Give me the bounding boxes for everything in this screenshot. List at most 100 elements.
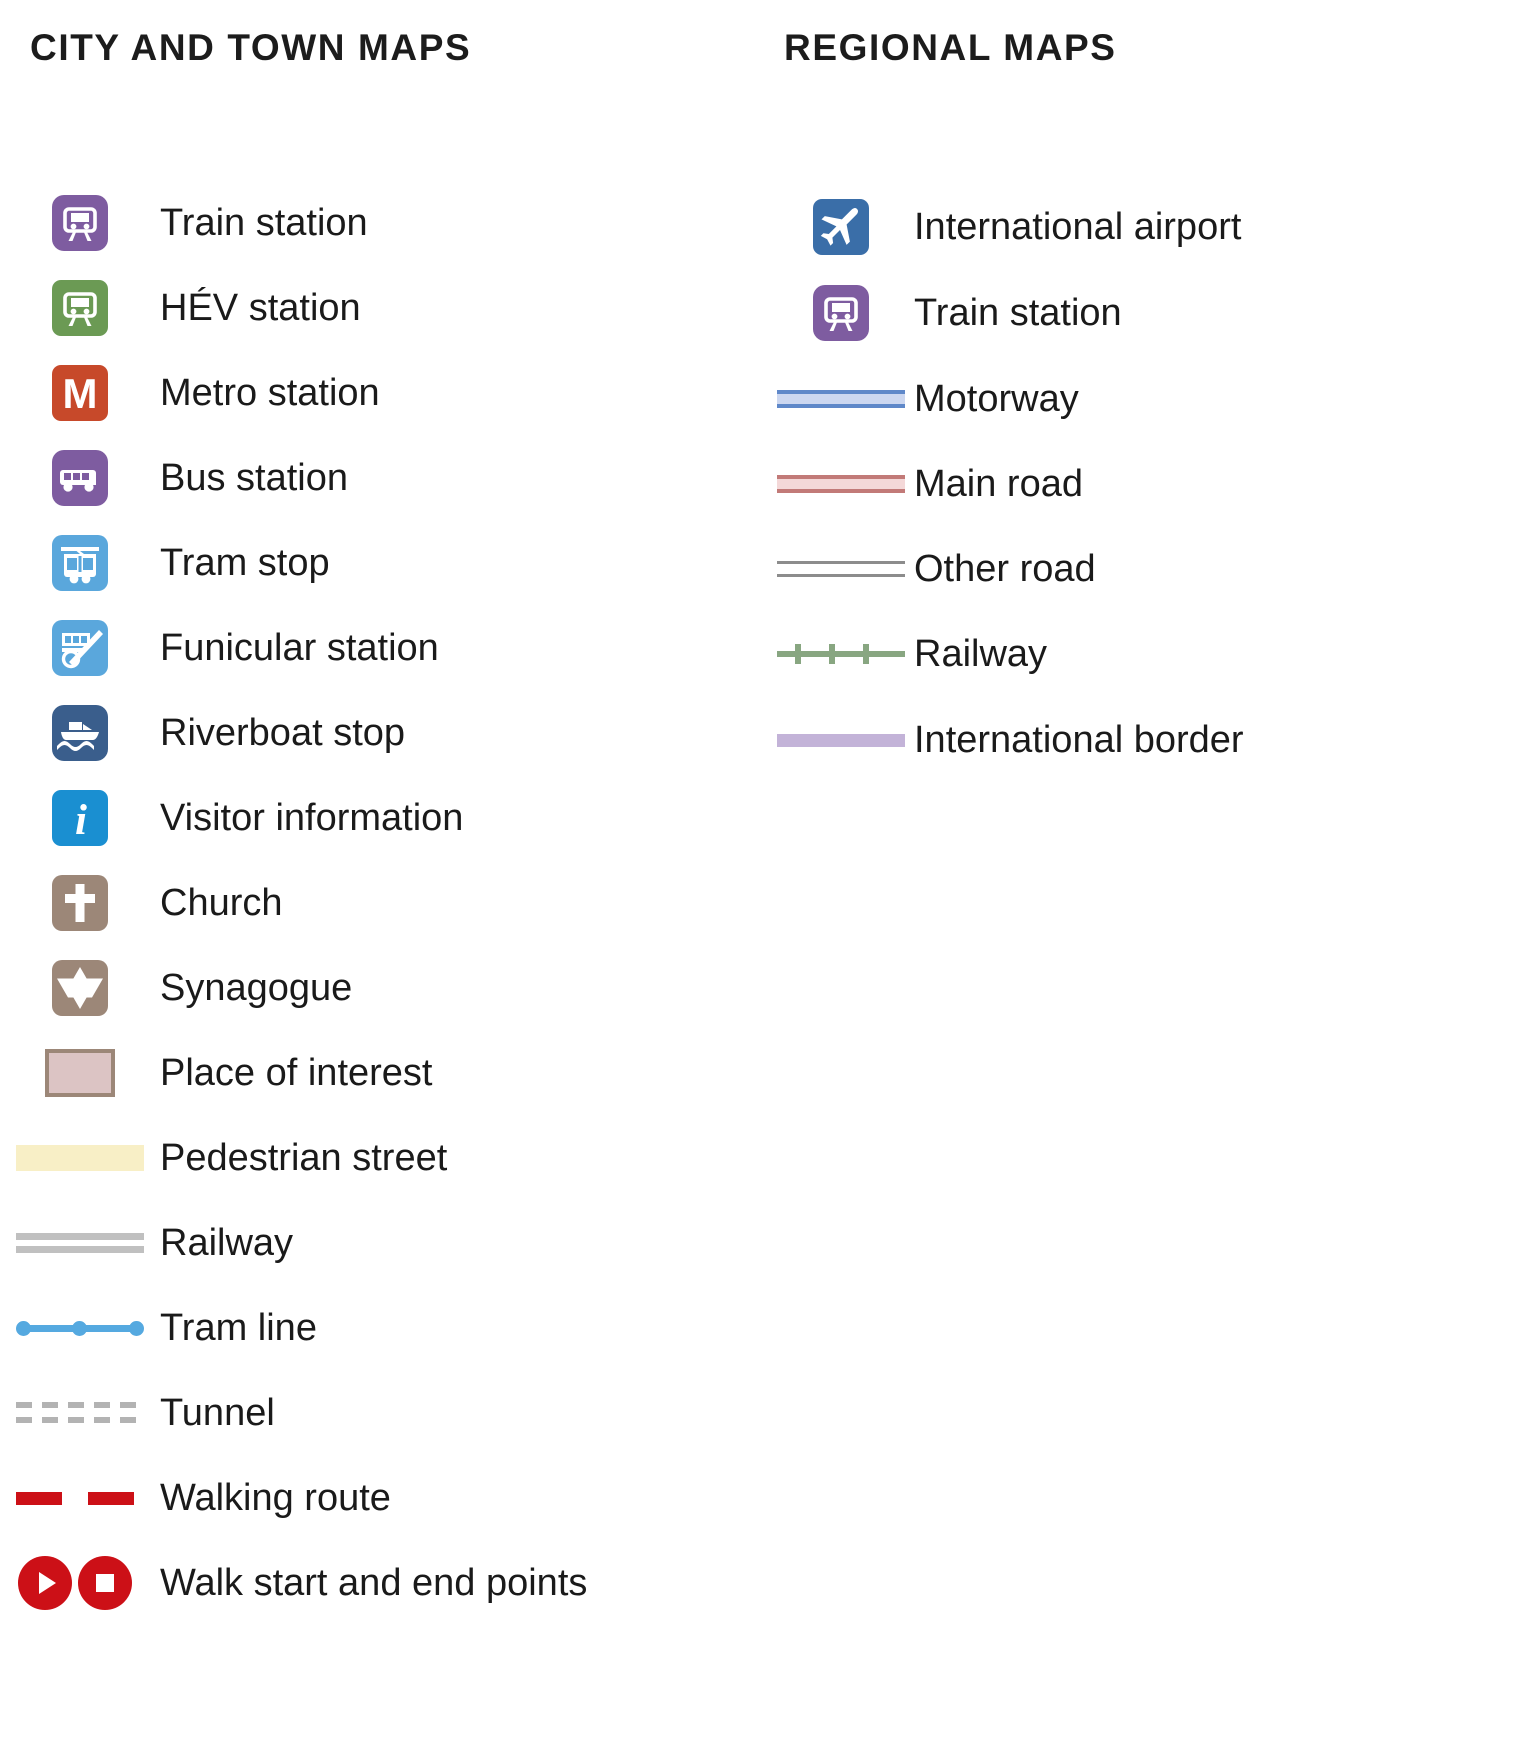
legend-row-pedestrian-street: Pedestrian street bbox=[0, 1122, 447, 1194]
legend-label: Train station bbox=[914, 292, 1122, 334]
tram-line-stop-dot bbox=[16, 1321, 31, 1336]
legend-row-train-station: Train station bbox=[0, 187, 368, 259]
symbol-cell bbox=[768, 704, 914, 776]
church-icon bbox=[52, 875, 108, 931]
legend-row-church: Church bbox=[0, 867, 283, 939]
legend-row-riverboat-stop: Riverboat stop bbox=[0, 697, 405, 769]
symbol-cell bbox=[0, 272, 160, 344]
legend-label: International airport bbox=[914, 206, 1242, 248]
symbol-cell bbox=[0, 612, 160, 684]
symbol-cell bbox=[768, 363, 914, 435]
legend-label: Tram line bbox=[160, 1307, 317, 1349]
bus-station-icon bbox=[52, 450, 108, 506]
tram-line bbox=[16, 1318, 144, 1338]
legend-row-international-border: International border bbox=[768, 704, 1244, 776]
symbol-cell bbox=[0, 1207, 160, 1279]
regional-railway-tick bbox=[829, 644, 835, 664]
regional-railway-line bbox=[777, 642, 905, 666]
legend-label: Railway bbox=[914, 633, 1048, 675]
legend-row-walk-start-end-points: Walk start and end points bbox=[0, 1547, 587, 1619]
motorway-line bbox=[777, 390, 905, 408]
legend-label: HÉV station bbox=[160, 287, 361, 329]
train-station-icon bbox=[813, 285, 869, 341]
symbol-cell bbox=[0, 1462, 160, 1534]
symbol-cell bbox=[768, 533, 914, 605]
legend-label: Pedestrian street bbox=[160, 1137, 448, 1179]
main-road-line bbox=[777, 475, 905, 493]
symbol-cell bbox=[0, 1037, 160, 1109]
tram-stop-icon bbox=[52, 535, 108, 591]
svg-text:i: i bbox=[75, 797, 87, 844]
legend-label: Visitor information bbox=[160, 797, 464, 839]
symbol-cell: i bbox=[0, 782, 160, 854]
legend-label: Tram stop bbox=[160, 542, 330, 584]
legend-label: Riverboat stop bbox=[160, 712, 406, 754]
synagogue-icon bbox=[52, 960, 108, 1016]
legend-row-train-station-regional: Train station bbox=[768, 277, 1122, 349]
other-road-line bbox=[777, 561, 905, 577]
railway-line bbox=[16, 1233, 144, 1253]
hev-station-icon bbox=[52, 280, 108, 336]
legend-label: Walking route bbox=[160, 1477, 391, 1519]
legend-row-other-road: Other road bbox=[768, 533, 1096, 605]
legend-row-bus-station: Bus station bbox=[0, 442, 348, 514]
legend-row-international-airport: International airport bbox=[768, 191, 1241, 263]
visitor-information-icon: i bbox=[52, 790, 108, 846]
legend-row-tram-stop: Tram stop bbox=[0, 527, 330, 599]
legend-row-place-of-interest: Place of interest bbox=[0, 1037, 432, 1109]
train-station-icon bbox=[52, 195, 108, 251]
legend-label: Main road bbox=[914, 463, 1083, 505]
international-border-line bbox=[777, 733, 905, 747]
metro-station-icon: M bbox=[52, 365, 108, 421]
tunnel-line bbox=[16, 1402, 144, 1424]
column-title-city-and-town-maps: CITY AND TOWN MAPS bbox=[30, 27, 472, 68]
legend-row-tram-line: Tram line bbox=[0, 1292, 317, 1364]
riverboat-stop-icon bbox=[52, 705, 108, 761]
symbol-cell bbox=[0, 187, 160, 259]
walk-start-end-markers bbox=[16, 1556, 144, 1610]
tunnel-line-top bbox=[16, 1402, 144, 1408]
walking-route-line bbox=[16, 1491, 144, 1505]
symbol-cell bbox=[768, 618, 914, 690]
legend-row-hev-station: HÉV station bbox=[0, 272, 361, 344]
symbol-cell bbox=[0, 1547, 160, 1619]
symbol-cell bbox=[768, 191, 914, 263]
legend-label: Railway bbox=[160, 1222, 294, 1264]
column-title-regional-maps: REGIONAL MAPS bbox=[784, 27, 1117, 68]
legend-row-metro-station: M Metro station bbox=[0, 357, 380, 429]
legend-label: Other road bbox=[914, 548, 1096, 590]
legend-column-regional-maps: REGIONAL MAPS International airport Trai… bbox=[768, 0, 1536, 759]
tunnel-line-bottom bbox=[16, 1417, 144, 1423]
legend-row-railway: Railway bbox=[0, 1207, 293, 1279]
legend-row-funicular-station: Funicular station bbox=[0, 612, 439, 684]
symbol-cell bbox=[768, 277, 914, 349]
symbol-cell bbox=[0, 1377, 160, 1449]
legend-row-main-road: Main road bbox=[768, 448, 1083, 520]
legend-column-city-and-town-maps: CITY AND TOWN MAPS Train station HÉV sta… bbox=[0, 0, 768, 1610]
symbol-cell bbox=[0, 527, 160, 599]
legend-label: International border bbox=[914, 719, 1244, 761]
symbol-cell bbox=[768, 448, 914, 520]
symbol-cell bbox=[0, 1292, 160, 1364]
legend-label: Walk start and end points bbox=[160, 1562, 588, 1604]
svg-text:M: M bbox=[63, 370, 98, 417]
funicular-station-icon bbox=[52, 620, 108, 676]
legend-label: Train station bbox=[160, 202, 368, 244]
regional-railway-tick bbox=[795, 644, 801, 664]
legend-label: Place of interest bbox=[160, 1052, 433, 1094]
map-legend: CITY AND TOWN MAPS Train station HÉV sta… bbox=[0, 0, 1536, 1755]
symbol-cell bbox=[0, 697, 160, 769]
legend-label: Motorway bbox=[914, 378, 1079, 420]
symbol-cell bbox=[0, 867, 160, 939]
international-airport-icon bbox=[813, 199, 869, 255]
railway-line-bottom bbox=[16, 1246, 144, 1253]
legend-label: Bus station bbox=[160, 457, 348, 499]
place-of-interest-swatch bbox=[45, 1049, 115, 1097]
walk-start-marker-icon bbox=[18, 1556, 72, 1610]
legend-label: Church bbox=[160, 882, 283, 924]
legend-label: Tunnel bbox=[160, 1392, 275, 1434]
legend-row-regional-railway: Railway bbox=[768, 618, 1047, 690]
tram-line-stop-dot bbox=[72, 1321, 87, 1336]
pedestrian-street-band bbox=[16, 1145, 144, 1171]
legend-label: Metro station bbox=[160, 372, 380, 414]
